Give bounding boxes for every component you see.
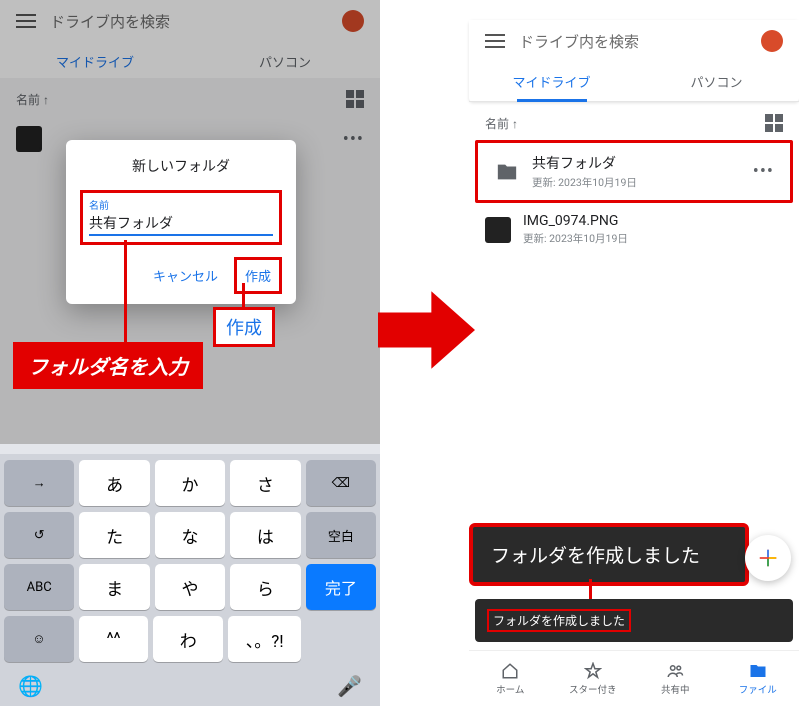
callout-enter-name: フォルダ名を入力 bbox=[13, 342, 203, 389]
callout-create: 作成 bbox=[213, 307, 275, 347]
abc-key[interactable]: ABC bbox=[4, 564, 74, 610]
file-thumbnail-icon bbox=[485, 217, 511, 243]
left-screenshot: ドライブ内を検索 マイドライブ パソコン 名前 ↑ ••• 新しいフォルダ 名前… bbox=[0, 0, 380, 706]
key[interactable]: 、。?! bbox=[228, 616, 301, 662]
new-folder-dialog: 新しいフォルダ 名前 キャンセル 作成 bbox=[66, 140, 296, 304]
key[interactable]: ^^ bbox=[79, 616, 149, 662]
tabs: マイドライブ パソコン bbox=[469, 62, 799, 102]
mic-icon[interactable]: 🎤 bbox=[337, 674, 362, 698]
key[interactable]: た bbox=[79, 512, 149, 558]
key[interactable]: や bbox=[155, 564, 225, 610]
done-key[interactable]: 完了 bbox=[306, 564, 376, 610]
sort-label[interactable]: 名前 ↑ bbox=[485, 115, 518, 132]
item-subtitle: 更新: 2023年10月19日 bbox=[532, 175, 741, 190]
menu-icon[interactable] bbox=[485, 34, 505, 48]
grid-view-icon[interactable] bbox=[765, 114, 783, 132]
annotation-line bbox=[124, 240, 127, 346]
item-name: 共有フォルダ bbox=[532, 153, 741, 173]
globe-icon[interactable]: 🌐 bbox=[18, 674, 43, 698]
nav-home[interactable]: ホーム bbox=[469, 651, 552, 706]
name-field-highlight: 名前 bbox=[80, 190, 282, 245]
more-icon[interactable]: ••• bbox=[753, 161, 774, 182]
nav-starred[interactable]: スター付き bbox=[552, 651, 635, 706]
key[interactable]: わ bbox=[153, 616, 223, 662]
key[interactable]: か bbox=[155, 460, 225, 506]
key[interactable]: は bbox=[230, 512, 300, 558]
bottom-nav: ホーム スター付き 共有中 ファイル bbox=[469, 650, 799, 706]
key[interactable]: ま bbox=[79, 564, 149, 610]
item-subtitle: 更新: 2023年10月19日 bbox=[523, 231, 783, 246]
search-bar: ドライブ内を検索 bbox=[469, 20, 799, 62]
toast-text: フォルダを作成しました bbox=[487, 609, 631, 632]
fab-add-button[interactable] bbox=[745, 535, 791, 581]
dialog-title: 新しいフォルダ bbox=[80, 156, 282, 176]
nav-shared[interactable]: 共有中 bbox=[634, 651, 717, 706]
key[interactable]: ↺ bbox=[4, 512, 74, 558]
callout-toast: フォルダを作成しました bbox=[469, 523, 749, 586]
item-name: IMG_0974.PNG bbox=[523, 213, 783, 229]
backspace-key[interactable]: ⌫ bbox=[306, 460, 376, 506]
cancel-button[interactable]: キャンセル bbox=[145, 257, 226, 294]
toast: フォルダを作成しました bbox=[475, 599, 793, 642]
search-placeholder[interactable]: ドライブ内を検索 bbox=[519, 31, 747, 52]
tab-my-drive[interactable]: マイドライブ bbox=[469, 62, 634, 101]
space-key[interactable]: 空白 bbox=[306, 512, 376, 558]
key[interactable]: さ bbox=[230, 460, 300, 506]
avatar[interactable] bbox=[761, 30, 783, 52]
tab-computers[interactable]: パソコン bbox=[634, 62, 799, 101]
nav-files[interactable]: ファイル bbox=[717, 651, 799, 706]
emoji-key[interactable]: ☺ bbox=[4, 616, 74, 662]
folder-name-input[interactable] bbox=[89, 212, 273, 236]
created-folder-highlight: 共有フォルダ 更新: 2023年10月19日 ••• bbox=[475, 140, 793, 203]
right-screenshot: ドライブ内を検索 マイドライブ パソコン 名前 ↑ 共有フォルダ 更新: 202… bbox=[469, 0, 799, 706]
list-item[interactable]: IMG_0974.PNG 更新: 2023年10月19日 bbox=[469, 203, 799, 256]
key[interactable]: → bbox=[4, 460, 74, 506]
key[interactable]: あ bbox=[79, 460, 149, 506]
key[interactable]: な bbox=[155, 512, 225, 558]
folder-icon bbox=[494, 161, 520, 183]
arrow-icon bbox=[378, 290, 475, 370]
soft-keyboard: → あ か さ ⌫ ↺ た な は 空白 ABC ま や ら 完了 ☺ ^^ わ… bbox=[0, 444, 380, 706]
key[interactable]: ら bbox=[230, 564, 300, 610]
list-item[interactable]: 共有フォルダ 更新: 2023年10月19日 ••• bbox=[478, 143, 790, 200]
name-label: 名前 bbox=[89, 197, 273, 212]
